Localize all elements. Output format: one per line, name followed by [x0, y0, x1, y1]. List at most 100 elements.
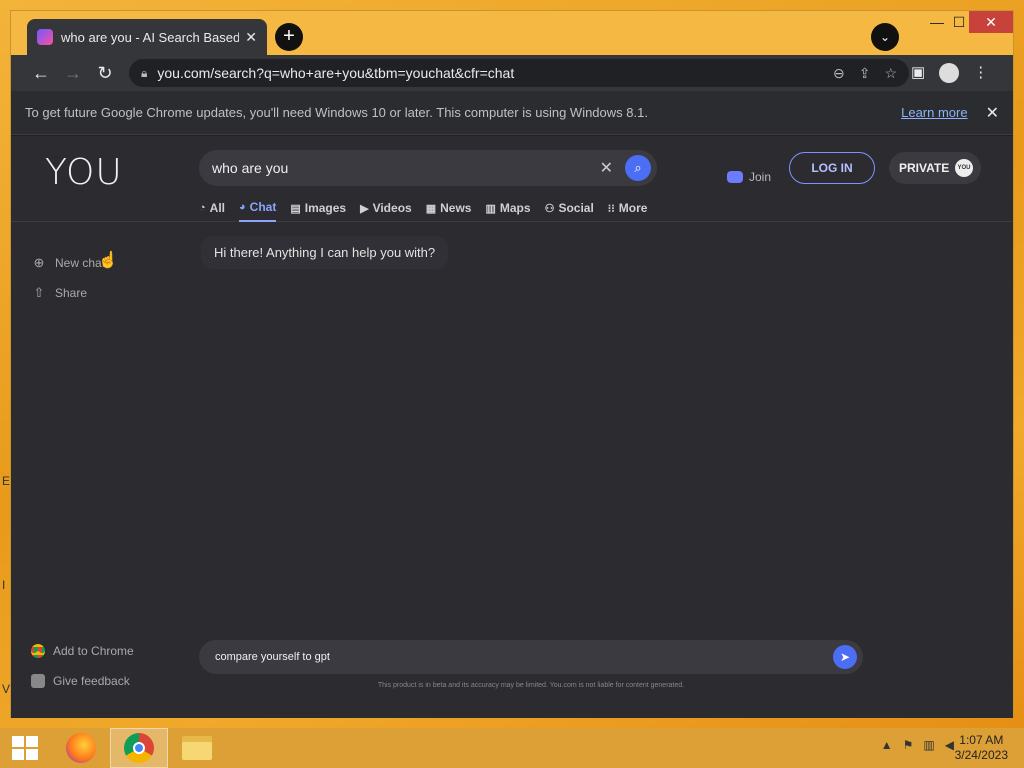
desktop-icon-label: I	[2, 578, 6, 592]
url-text[interactable]: you.com/search?q=who+are+you&tbm=youchat…	[157, 65, 819, 81]
forward-icon[interactable]: →	[57, 63, 89, 84]
login-button[interactable]: LOG IN	[789, 152, 875, 184]
tab-label: News	[440, 201, 472, 215]
maps-icon: ▥	[485, 202, 496, 215]
search-vertical-tabs: ◔ All ◕ Chat ▤ Images ▶ Videos ▦ News ▥ Maps ⚇ Social…	[199, 200, 647, 222]
infobar-text: To get future Google Chrome updates, you…	[25, 105, 648, 120]
add-to-chrome-link[interactable]: Add to Chrome	[31, 636, 191, 666]
folder-icon	[182, 736, 212, 760]
tab-chat[interactable]: ◕ Chat	[239, 200, 277, 222]
private-mode-button[interactable]: PRIVATE YOU	[889, 152, 981, 184]
beta-disclaimer: This product is in beta and its accuracy…	[377, 682, 685, 689]
chrome-icon	[31, 644, 45, 658]
tab-social[interactable]: ⚇ Social	[545, 200, 594, 222]
tab-label: Social	[558, 201, 594, 215]
chat-thread: Hi there! Anything I can help you with?	[201, 236, 981, 616]
tab-label: Videos	[372, 201, 412, 215]
desktop-icon-label: E	[2, 474, 11, 488]
send-icon[interactable]: ➤	[833, 645, 857, 669]
tab-all[interactable]: ◔ All	[199, 200, 225, 222]
lock-icon[interactable]: 🔒︎	[141, 66, 147, 81]
bookmark-star-icon[interactable]: ☆	[884, 65, 897, 82]
give-feedback-label: Give feedback	[53, 674, 130, 688]
add-to-chrome-label: Add to Chrome	[53, 644, 134, 658]
chat-icon: ◕	[239, 201, 246, 213]
system-tray: ▲ ⚑ ▥ ◀	[881, 738, 954, 752]
search-value[interactable]: who are you	[212, 160, 600, 176]
tab-label: More	[618, 201, 648, 215]
taskbar-chrome[interactable]	[110, 728, 168, 768]
update-infobar: To get future Google Chrome updates, you…	[11, 91, 1013, 135]
menu-kebab-icon[interactable]: ⋮	[973, 63, 988, 83]
tab-videos[interactable]: ▶ Videos	[360, 200, 412, 222]
chat-input-value[interactable]: compare yourself to gpt	[215, 651, 833, 663]
windows-logo-icon	[12, 736, 38, 760]
clock-date: 3/24/2023	[954, 748, 1008, 762]
infobar-close-icon[interactable]: ✕	[986, 103, 999, 123]
windows-taskbar: ▲ ⚑ ▥ ◀ 1:07 AM 3/24/2023	[0, 728, 1024, 768]
join-label: Join	[749, 170, 772, 184]
tab-close-icon[interactable]: ✕	[245, 29, 257, 46]
learn-more-link[interactable]: Learn more	[901, 105, 967, 120]
tab-maps[interactable]: ▥ Maps	[485, 200, 530, 222]
reload-icon[interactable]: ↻	[89, 63, 121, 84]
firefox-icon	[66, 733, 96, 763]
back-icon[interactable]: ←	[25, 63, 57, 84]
tab-label: Maps	[499, 201, 531, 215]
tab-label: Chat	[249, 200, 277, 214]
title-bar: who are you - AI Search Based Chat ✕ + ⌄…	[11, 11, 1013, 55]
network-icon[interactable]: ▥	[923, 738, 934, 752]
sidebar-footer: Add to Chrome Give feedback	[31, 636, 191, 696]
taskbar-firefox[interactable]	[52, 728, 110, 768]
more-icon: ⁝⁝	[607, 202, 615, 215]
images-icon: ▤	[290, 202, 301, 215]
browser-tab[interactable]: who are you - AI Search Based Chat ✕	[27, 19, 267, 55]
tab-label: Images	[304, 201, 347, 215]
discord-join-link[interactable]: Join	[727, 170, 771, 184]
taskbar-clock[interactable]: 1:07 AM 3/24/2023	[955, 733, 1008, 763]
desktop-icon-label: V	[2, 682, 11, 696]
tab-search-button[interactable]: ⌄	[871, 23, 899, 51]
taskbar-file-explorer[interactable]	[168, 728, 226, 768]
tab-images[interactable]: ▤ Images	[290, 200, 346, 222]
all-icon: ◔	[199, 202, 206, 214]
tab-label: All	[209, 201, 225, 215]
give-feedback-link[interactable]: Give feedback	[31, 666, 191, 696]
you-favicon-icon	[37, 29, 53, 45]
social-icon: ⚇	[544, 202, 555, 215]
clear-search-icon[interactable]: ✕	[600, 158, 613, 178]
profile-avatar-icon[interactable]	[939, 63, 960, 83]
clock-time: 1:07 AM	[959, 733, 1004, 747]
new-tab-button[interactable]: +	[275, 23, 303, 51]
discord-icon	[727, 171, 743, 183]
search-icon[interactable]: ⌕	[625, 155, 651, 181]
share-icon: ⇧	[33, 285, 45, 300]
share-label: Share	[55, 286, 88, 300]
tab-more[interactable]: ⁝⁝ More	[608, 200, 648, 222]
action-center-icon[interactable]: ⚑	[903, 738, 914, 752]
assistant-message: Hi there! Anything I can help you with?	[201, 236, 449, 269]
close-window-button[interactable]: ✕	[969, 11, 1013, 33]
address-bar[interactable]: 🔒︎ you.com/search?q=who+are+you&tbm=youc…	[129, 59, 909, 87]
side-panel-icon[interactable]: ▣	[911, 63, 925, 83]
zoom-icon[interactable]: ⊖	[833, 65, 845, 82]
browser-window: who are you - AI Search Based Chat ✕ + ⌄…	[10, 10, 1014, 718]
you-logo[interactable]: YOU	[45, 152, 123, 193]
page-header: YOU who are you ✕ ⌕ Join LOG IN PRIVATE …	[11, 136, 1013, 222]
you-badge-icon: YOU	[955, 159, 973, 177]
you-page: YOU who are you ✕ ⌕ Join LOG IN PRIVATE …	[11, 136, 1013, 718]
search-input[interactable]: who are you ✕ ⌕	[199, 150, 657, 186]
share-icon[interactable]: ⇪	[859, 65, 871, 82]
feedback-icon	[31, 674, 45, 688]
volume-icon[interactable]: ◀	[945, 738, 954, 752]
videos-icon: ▶	[360, 202, 369, 215]
start-button[interactable]	[0, 728, 50, 768]
plus-circle-icon: ⊕	[33, 255, 45, 270]
news-icon: ▦	[425, 202, 437, 215]
tab-news[interactable]: ▦ News	[426, 200, 472, 222]
tray-expand-icon[interactable]: ▲	[881, 738, 893, 752]
chrome-icon	[124, 733, 154, 763]
share-button[interactable]: ⇧ Share	[31, 278, 181, 308]
chat-input[interactable]: compare yourself to gpt ➤	[199, 640, 863, 674]
browser-toolbar: ← → ↻ 🔒︎ you.com/search?q=who+are+you&tb…	[11, 55, 1013, 91]
